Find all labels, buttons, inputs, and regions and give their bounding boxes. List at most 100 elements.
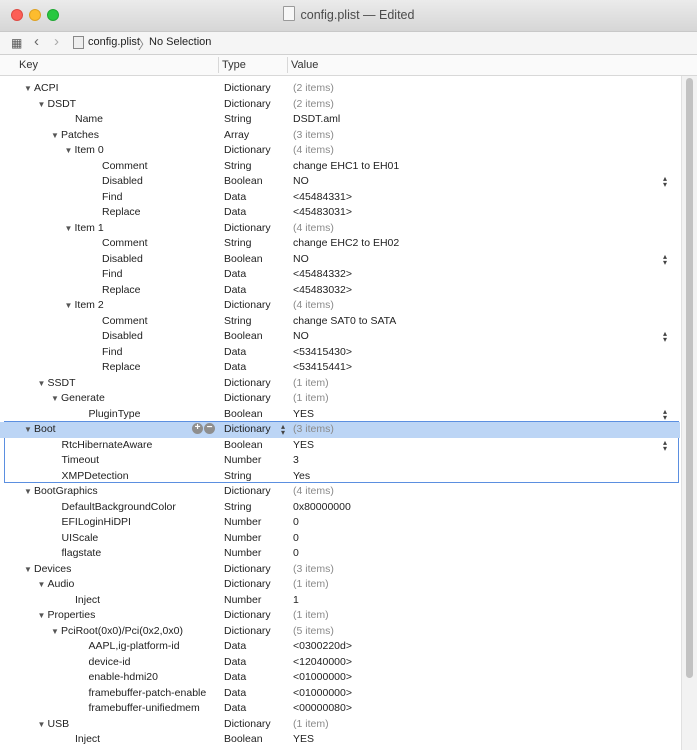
row-key[interactable]: XMPDetection [62,469,129,484]
row-key[interactable]: DSDT [48,97,77,112]
outline-row[interactable]: ▼ Boot Dictionary (3 items) + − ▴ ▾ [0,422,680,438]
row-value[interactable]: <00000080> [293,701,352,716]
row-type[interactable]: Boolean [224,252,263,267]
disclosure-triangle-icon[interactable]: ▼ [51,391,59,406]
row-value[interactable]: <45484331> [293,190,352,205]
row-key[interactable]: framebuffer-patch-enable [89,686,207,701]
row-type[interactable]: Dictionary [224,484,271,499]
row-value[interactable]: NO [293,174,309,189]
row-type[interactable]: Dictionary [224,391,271,406]
row-type[interactable]: Boolean [224,732,263,747]
outline-row[interactable]: ▼ ACPI Dictionary (2 items) [0,81,680,97]
outline-row[interactable]: AAPL,ig-platform-id Data <0300220d> [0,639,680,655]
outline-row[interactable]: Disabled Boolean NO ▴ ▾ [0,329,680,345]
chevron-left-icon[interactable]: ‹ [34,34,39,50]
outline-row[interactable]: ▼ Item 1 Dictionary (4 items) [0,221,680,237]
row-type[interactable]: Number [224,593,261,608]
outline-row[interactable]: framebuffer-patch-enable Data <01000000> [0,686,680,702]
row-value[interactable]: Yes [293,469,310,484]
add-row-icon[interactable]: + [192,423,203,434]
up-down-stepper-icon[interactable]: ▴ ▾ [663,175,667,189]
row-key[interactable]: EFILoginHiDPI [62,515,131,530]
row-type[interactable]: Array [224,128,249,143]
outline-row[interactable]: ▼ Audio Dictionary (1 item) [0,577,680,593]
row-key[interactable]: AAPL,ig-platform-id [89,639,180,654]
row-key[interactable]: UIScale [62,531,99,546]
row-value[interactable]: change EHC1 to EH01 [293,159,399,174]
row-key[interactable]: RtcHibernateAware [62,438,153,453]
disclosure-triangle-icon[interactable]: ▼ [38,577,46,592]
row-key[interactable]: enable-hdmi20 [89,670,158,685]
row-value[interactable]: (1 item) [293,608,329,623]
row-key[interactable]: flagstate [62,546,102,561]
outline-row[interactable]: ▼ USB Dictionary (1 item) [0,717,680,733]
outline-row[interactable]: ▼ BootGraphics Dictionary (4 items) [0,484,680,500]
disclosure-triangle-icon[interactable]: ▼ [24,422,32,437]
row-type[interactable]: Data [224,686,246,701]
row-key[interactable]: DefaultBackgroundColor [62,500,176,515]
outline-row[interactable]: ▼ Generate Dictionary (1 item) [0,391,680,407]
row-key[interactable]: Generate [61,391,105,406]
row-value[interactable]: NO [293,252,309,267]
row-type[interactable]: Dictionary [224,717,271,732]
row-type[interactable]: Data [224,267,246,282]
row-type[interactable]: String [224,469,251,484]
outline-row[interactable]: Find Data <53415430> [0,345,680,361]
disclosure-triangle-icon[interactable]: ▼ [51,624,59,639]
row-key[interactable]: SSDT [48,376,76,391]
outline-row[interactable]: ▼ PciRoot(0x0)/Pci(0x2,0x0) Dictionary (5 i… [0,624,680,640]
disclosure-triangle-icon[interactable]: ▼ [51,128,59,143]
outline-row[interactable]: ▼ Item 2 Dictionary (4 items) [0,298,680,314]
row-type[interactable]: String [224,112,251,127]
row-value[interactable]: (4 items) [293,298,334,313]
row-type[interactable]: Dictionary [224,624,271,639]
column-divider[interactable] [287,57,288,73]
row-value[interactable]: <45483032> [293,283,352,298]
row-type[interactable]: Number [224,531,261,546]
row-type[interactable]: Dictionary [224,81,271,96]
outline-row[interactable]: ▼ DSDT Dictionary (2 items) [0,97,680,113]
disclosure-triangle-icon[interactable]: ▼ [24,484,32,499]
outline-row[interactable]: flagstate Number 0 [0,546,680,562]
outline-row[interactable]: UIScale Number 0 [0,531,680,547]
row-key[interactable]: Item 1 [75,221,104,236]
up-down-stepper-icon[interactable]: ▴ ▾ [663,330,667,344]
row-key[interactable]: Replace [102,360,141,375]
row-value[interactable]: 0 [293,531,299,546]
row-value[interactable]: (5 items) [293,624,334,639]
outline-row[interactable]: Find Data <45484332> [0,267,680,283]
row-type[interactable]: Dictionary [224,608,271,623]
column-value-header[interactable]: Value [291,55,318,75]
outline-row[interactable]: EFILoginHiDPI Number 0 [0,515,680,531]
row-value[interactable]: (4 items) [293,221,334,236]
row-type[interactable]: String [224,159,251,174]
row-type[interactable]: Data [224,655,246,670]
row-key[interactable]: PluginType [89,407,141,422]
outline-row[interactable]: Disabled Boolean NO ▴ ▾ [0,252,680,268]
row-key[interactable]: Disabled [102,174,143,189]
row-type[interactable]: Dictionary [224,562,271,577]
row-value[interactable]: <53415441> [293,360,352,375]
outline-row[interactable]: framebuffer-unifiedmem Data <00000080> [0,701,680,717]
row-key[interactable]: Comment [102,236,148,251]
row-type[interactable]: Data [224,670,246,685]
row-key[interactable]: Inject [75,593,100,608]
row-key[interactable]: Comment [102,159,148,174]
row-type[interactable]: String [224,314,251,329]
scrollbar-thumb[interactable] [686,78,693,678]
row-key[interactable]: Find [102,267,122,282]
remove-row-icon[interactable]: − [204,423,215,434]
row-value[interactable]: (2 items) [293,97,334,112]
row-value[interactable]: change EHC2 to EH02 [293,236,399,251]
row-key[interactable]: Disabled [102,329,143,344]
row-value[interactable]: (2 items) [293,81,334,96]
disclosure-triangle-icon[interactable]: ▼ [65,298,73,313]
row-type[interactable]: Boolean [224,174,263,189]
outline-row[interactable]: Replace Data <53415441> [0,360,680,376]
outline-row[interactable]: ▼ Item 0 Dictionary (4 items) [0,143,680,159]
outline-row[interactable]: Comment String change EHC2 to EH02 [0,236,680,252]
outline-row[interactable]: ▼ Patches Array (3 items) [0,128,680,144]
row-key[interactable]: Comment [102,314,148,329]
row-value[interactable]: YES [293,732,314,747]
outline-row[interactable]: Inject Boolean YES [0,732,680,748]
